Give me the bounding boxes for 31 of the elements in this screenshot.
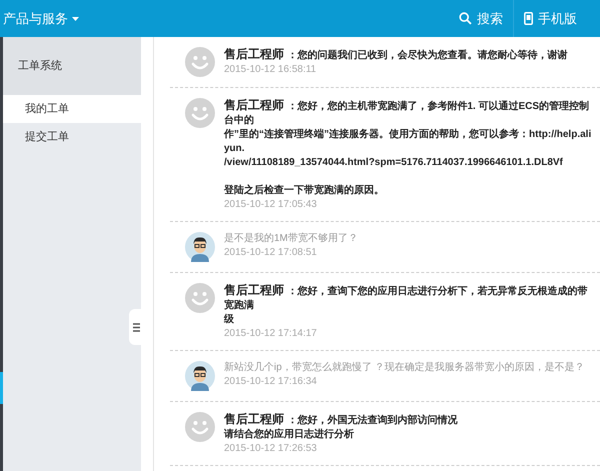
list-icon xyxy=(132,322,140,332)
message-time: 2015-10-12 17:05:43 xyxy=(224,198,318,211)
message-text: 售后工程师 ：您好，外国无法查询到内部访问情况 请结合您的应用日志进行分析 xyxy=(224,412,458,442)
message-time: 2015-10-12 16:58:11 xyxy=(224,63,318,76)
message-text: 售后工程师 ：您的问题我们已收到，会尽快为您查看。请您耐心等待，谢谢 xyxy=(224,47,568,63)
smiley-avatar xyxy=(185,412,215,442)
caret-icon xyxy=(72,16,79,20)
phone-icon xyxy=(524,12,533,25)
active-marker xyxy=(0,372,3,404)
smiley-avatar xyxy=(185,98,215,128)
user-avatar xyxy=(185,361,215,391)
sidebar-section-title: 工单系统 xyxy=(3,37,141,95)
message-text: 售后工程师 ：您好，查询下您的应用日志进行分析下，若无异常反无根造成的带宽跑满 级 xyxy=(224,283,588,327)
topbar-action[interactable]: 搜索 xyxy=(449,0,513,37)
smiley-avatar xyxy=(185,47,215,77)
user-avatar xyxy=(185,232,215,262)
message-text: 新站没几个ip，带宽怎么就跑慢了 ？现在确定是我服务器带宽小的原因，是不是？ xyxy=(224,361,586,375)
message-text: 登陆之后检查一下带宽跑满的原因。 xyxy=(224,184,385,198)
message-text: 售后工程师 ：您好，您的主机带宽跑满了，参考附件1. 可以通过ECS的管理控制台中的 作”里的“连接管理终端”连接服务器。使用方面的帮助，您可以参考：http://help.aliyun. /view/11108189_13574044.html?spm=5176.7114037.1996646101.1.DL8Vf xyxy=(224,98,592,170)
message-time: 2015-10-12 17:08:51 xyxy=(224,246,318,259)
collapse-handle[interactable] xyxy=(129,309,143,345)
products-menu[interactable]: 产品与服务 xyxy=(0,8,79,28)
search-icon xyxy=(459,12,472,25)
message-time: 2015-10-12 17:14:17 xyxy=(224,327,318,340)
message-time: 2015-10-12 17:16:34 xyxy=(224,375,318,388)
sidebar-item[interactable]: 我的工单 xyxy=(3,95,141,123)
message-text: 是不是我的1M带宽不够用了？ xyxy=(224,232,359,246)
topbar-action[interactable]: 手机版 xyxy=(513,0,587,37)
message-time: 2015-10-12 17:26:53 xyxy=(224,442,318,455)
smiley-avatar xyxy=(185,283,215,313)
sidebar-item[interactable]: 提交工单 xyxy=(3,123,141,151)
